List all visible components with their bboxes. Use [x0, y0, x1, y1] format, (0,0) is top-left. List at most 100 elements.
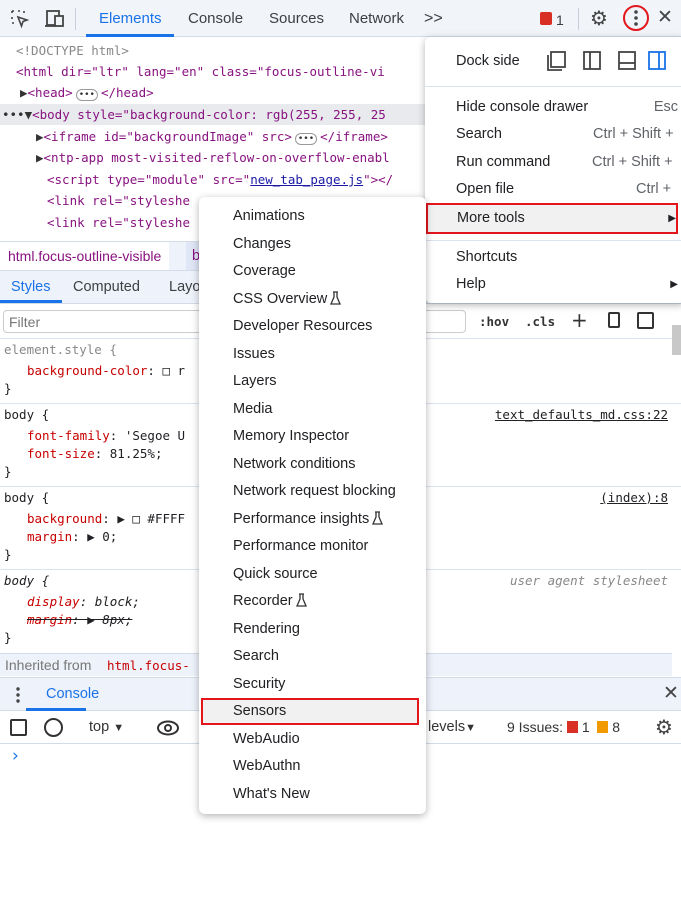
eye-icon[interactable] [156, 719, 180, 737]
menu-item-rendering[interactable]: Rendering [199, 616, 426, 643]
menu-shortcut: Ctrl + Shift + P [592, 154, 673, 170]
paint-brush-icon[interactable] [608, 312, 620, 328]
rule-close: } [4, 547, 12, 562]
close-icon[interactable]: ✕ [657, 6, 673, 28]
tab-console[interactable]: Console [188, 10, 243, 27]
menu-item-search[interactable]: Search Ctrl + Shift + F [425, 121, 681, 148]
declaration[interactable]: margin: ▶ 0; [27, 529, 117, 544]
menu-item-animations[interactable]: Animations [199, 203, 426, 230]
hov-button[interactable]: :hov [479, 314, 509, 329]
inspect-element-icon[interactable] [10, 9, 30, 29]
menu-item-issues[interactable]: Issues [199, 341, 426, 368]
device-toolbar-icon[interactable] [44, 9, 66, 29]
menu-item-label: Animations [233, 208, 305, 224]
dock-right-icon[interactable] [647, 50, 667, 72]
rule-selector: body { [4, 573, 50, 588]
menu-item-changes[interactable]: Changes [199, 231, 426, 258]
menu-item-developer-resources[interactable]: Developer Resources [199, 313, 426, 340]
breadcrumb-item[interactable]: html.focus-outline-visible [0, 242, 170, 270]
tab-computed[interactable]: Computed [73, 279, 140, 295]
property-name: background [27, 511, 103, 526]
rule-close: } [4, 464, 12, 479]
ellipsis-icon[interactable]: ••• [294, 133, 318, 145]
menu-item-security[interactable]: Security [199, 671, 426, 698]
node-text: <ntp-app most-visited-reflow-on-overflow… [43, 150, 390, 165]
menu-item-performance-insights[interactable]: Performance insights [199, 506, 426, 533]
menu-item-hide-console-drawer[interactable]: Hide console drawer Esc [425, 94, 681, 121]
console-settings-icon[interactable]: ⚙ [655, 715, 673, 739]
dock-undock-icon[interactable] [546, 50, 568, 72]
menu-item-coverage[interactable]: Coverage [199, 258, 426, 285]
menu-item-recorder[interactable]: Recorder [199, 588, 426, 615]
menu-item-label: Coverage [233, 263, 296, 279]
dock-bottom-icon[interactable] [617, 50, 637, 72]
error-icon[interactable] [540, 12, 552, 25]
menu-item-network-conditions[interactable]: Network conditions [199, 451, 426, 478]
drawer-close-icon[interactable]: ✕ [663, 682, 679, 704]
menu-item-performance-monitor[interactable]: Performance monitor [199, 533, 426, 560]
drawer-tab-console[interactable]: Console [46, 686, 99, 702]
rule-source-link[interactable]: (index):8 [600, 490, 668, 505]
declaration-overridden[interactable]: margin: ▶ 8px; [27, 612, 132, 627]
kebab-menu-icon[interactable] [622, 4, 650, 32]
tab-styles[interactable]: Styles [11, 279, 51, 295]
menu-item-memory-inspector[interactable]: Memory Inspector [199, 423, 426, 450]
menu-item-label: Performance insights [233, 510, 370, 527]
sidebar-toggle-icon[interactable] [10, 719, 27, 736]
new-rule-icon[interactable]: + [571, 308, 588, 332]
menu-item-layers[interactable]: Layers [199, 368, 426, 395]
menu-item-webauthn[interactable]: WebAuthn [199, 753, 426, 780]
tab-layout[interactable]: Layo [169, 279, 200, 295]
console-prompt[interactable]: › [12, 746, 19, 766]
menu-item-label: Rendering [233, 620, 300, 637]
menu-item-webaudio[interactable]: WebAudio [199, 726, 426, 753]
error-count[interactable]: 1 [556, 12, 564, 28]
settings-icon[interactable]: ⚙ [590, 6, 608, 30]
more-tools-submenu: Animations Changes Coverage CSS Overview Dev… [199, 197, 426, 814]
tab-network[interactable]: Network [349, 10, 404, 27]
dock-left-icon[interactable] [582, 50, 602, 72]
property-name: background-color [27, 363, 148, 378]
log-levels-dropdown[interactable]: levels▼ [428, 719, 476, 735]
menu-item-label: Security [233, 675, 286, 692]
menu-item-what-s-new[interactable]: What's New [199, 781, 426, 808]
menu-item-label: Quick source [233, 565, 318, 582]
menu-item-sensors[interactable]: Sensors [201, 698, 419, 725]
styles-scrollbar[interactable] [672, 325, 681, 355]
tab-elements[interactable]: Elements [99, 10, 162, 27]
node-text: <script type="module" src=" [47, 172, 251, 187]
toggle-sidebar-icon[interactable] [637, 312, 654, 329]
menu-item-media[interactable]: Media [199, 396, 426, 423]
tab-sources[interactable]: Sources [269, 10, 324, 27]
menu-item-search[interactable]: Search [199, 643, 426, 670]
node-text: "></ [363, 172, 394, 187]
menu-item-open-file[interactable]: Open file Ctrl + P [425, 176, 681, 203]
property-name: margin [27, 612, 73, 627]
declaration[interactable]: font-size: 81.25%; [27, 446, 162, 461]
menu-item-help[interactable]: Help ▶ [425, 271, 681, 298]
menu-item-network-request-blocking[interactable]: Network request blocking [199, 478, 426, 505]
declaration[interactable]: background-color: □ r [27, 363, 185, 378]
issues-counter[interactable]: 9 Issues: 1 8 [507, 719, 620, 735]
context-selector[interactable]: top ▼ [89, 719, 124, 735]
clear-console-icon[interactable] [44, 718, 63, 737]
cls-button[interactable]: .cls [525, 314, 555, 329]
declaration[interactable]: background: ▶ □ #FFFF [27, 511, 185, 526]
rule-source-link[interactable]: text_defaults_md.css:22 [495, 407, 668, 422]
declaration[interactable]: font-family: 'Segoe U [27, 428, 185, 443]
inherited-selector[interactable]: html.focus- [107, 658, 190, 673]
menu-item-css-overview[interactable]: CSS Overview [199, 286, 426, 313]
menu-item-label: Hide console drawer [456, 99, 589, 115]
node-text: <head> [27, 85, 73, 100]
menu-item-quick-source[interactable]: Quick source [199, 561, 426, 588]
property-value: : ▶ □ #FFFF [102, 511, 186, 526]
declaration[interactable]: display: block; [27, 594, 140, 609]
script-link[interactable]: new_tab_page.js [250, 172, 363, 187]
menu-item-run-command[interactable]: Run command Ctrl + Shift + P [425, 149, 681, 176]
menu-item-more-tools[interactable]: More tools ▶ [426, 203, 678, 234]
menu-item-shortcuts[interactable]: Shortcuts [425, 244, 681, 271]
ellipsis-icon[interactable]: ••• [75, 89, 98, 101]
issues-errors: 1 [581, 719, 590, 735]
more-tabs-icon[interactable]: >> [424, 10, 443, 28]
drawer-menu-icon[interactable] [14, 686, 22, 704]
